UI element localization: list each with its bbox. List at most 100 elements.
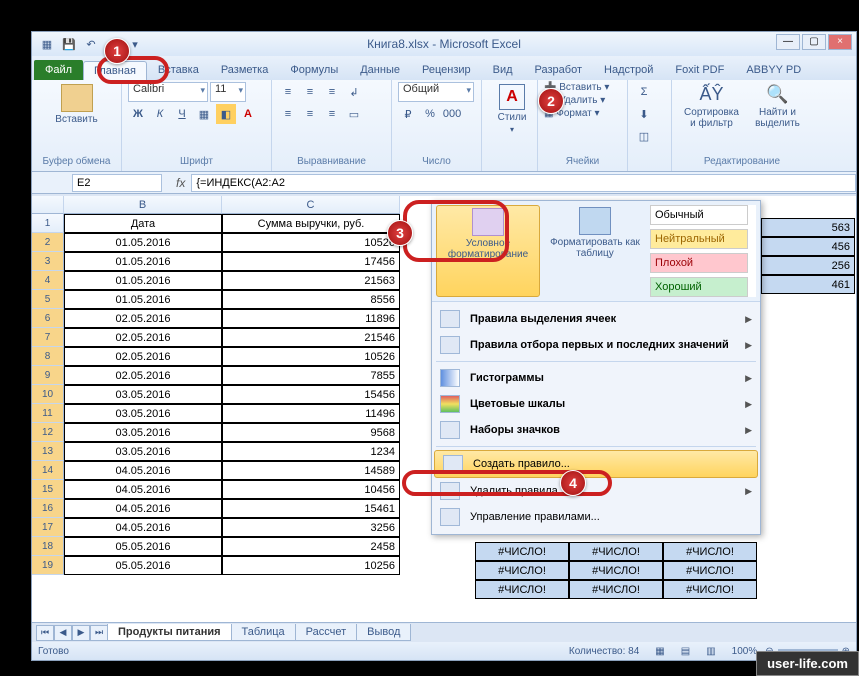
row-header[interactable]: 13 [32,442,64,461]
row-header[interactable]: 9 [32,366,64,385]
row-header[interactable]: 11 [32,404,64,423]
fx-icon[interactable]: fx [176,176,185,190]
cell-date[interactable]: 04.05.2016 [64,499,222,518]
sheet-output[interactable]: Вывод [356,624,411,641]
menu-highlight-rules[interactable]: Правила выделения ячеек▶ [432,306,760,332]
cell-date[interactable]: 04.05.2016 [64,480,222,499]
sheet-table[interactable]: Таблица [231,624,296,641]
wrap-button[interactable]: ↲ [344,82,364,102]
err-cell[interactable]: #ЧИСЛО! [663,542,757,561]
cell-value[interactable]: 3256 [222,518,400,537]
tab-abbyy[interactable]: ABBYY PD [735,60,812,80]
row-header[interactable]: 3 [32,252,64,271]
tab-data[interactable]: Данные [349,60,411,80]
cell-value[interactable]: 10456 [222,480,400,499]
cell-date[interactable]: 05.05.2016 [64,556,222,575]
style-good[interactable]: Хороший [650,277,748,297]
align-right-button[interactable]: ≡ [322,104,342,124]
percent-button[interactable]: % [420,104,440,124]
peek-2[interactable]: 256 [761,256,855,275]
col-B[interactable]: B [64,196,222,214]
align-mid-button[interactable]: ≡ [300,82,320,102]
styles-button[interactable]: А Стили ▾ [488,82,536,136]
cell-value[interactable]: 15461 [222,499,400,518]
row-header[interactable]: 4 [32,271,64,290]
row-header[interactable]: 14 [32,461,64,480]
tab-layout[interactable]: Разметка [210,60,280,80]
tab-dev[interactable]: Разработ [524,60,593,80]
cell-date[interactable]: 04.05.2016 [64,518,222,537]
row-header[interactable]: 1 [32,214,64,233]
row-header[interactable]: 17 [32,518,64,537]
cell-date[interactable]: 03.05.2016 [64,423,222,442]
sort-filter-button[interactable]: ẤŶ Сортировка и фильтр [678,82,745,131]
view-pagebreak-button[interactable]: ▥ [706,646,715,657]
minimize-button[interactable]: — [776,34,800,50]
font-name-combo[interactable]: Calibri [128,82,208,102]
tab-formulas[interactable]: Формулы [279,60,349,80]
cell-value[interactable]: 17456 [222,252,400,271]
cell-date[interactable]: 03.05.2016 [64,404,222,423]
align-bot-button[interactable]: ≡ [322,82,342,102]
peek-0[interactable]: 563 [761,218,855,237]
row-header[interactable]: 5 [32,290,64,309]
style-normal[interactable]: Обычный [650,205,748,225]
cell-date[interactable]: 02.05.2016 [64,347,222,366]
err-cell[interactable]: #ЧИСЛО! [475,542,569,561]
cell-value[interactable]: 1234 [222,442,400,461]
cell-value[interactable]: 15456 [222,385,400,404]
name-box[interactable]: E2 [72,174,162,192]
col-C[interactable]: C [222,196,400,214]
conditional-formatting-button[interactable]: Условное форматирование [436,205,540,297]
zoom-level[interactable]: 100% [732,646,758,657]
maximize-button[interactable]: ▢ [802,34,826,50]
err-cell[interactable]: #ЧИСЛО! [569,580,663,599]
border-button[interactable]: ▦ [194,104,214,124]
menu-manage-rules[interactable]: Управление правилами... [432,504,760,530]
bold-button[interactable]: Ж [128,104,148,124]
cell-date[interactable]: 05.05.2016 [64,537,222,556]
cell-value[interactable]: 8556 [222,290,400,309]
align-center-button[interactable]: ≡ [300,104,320,124]
peek-1[interactable]: 456 [761,237,855,256]
find-select-button[interactable]: 🔍 Найти и выделить [749,82,806,131]
tab-review[interactable]: Рецензир [411,60,482,80]
menu-new-rule[interactable]: Создать правило... [434,450,758,478]
tab-addin[interactable]: Надстрой [593,60,664,80]
formula-input[interactable]: {=ИНДЕКС(A2:A2 [191,174,856,192]
tab-view[interactable]: Вид [482,60,524,80]
format-as-table-button[interactable]: Форматировать как таблицу [544,205,646,297]
italic-button[interactable]: К [150,104,170,124]
menu-topbottom-rules[interactable]: Правила отбора первых и последних значен… [432,332,760,358]
cell-date[interactable]: 02.05.2016 [64,328,222,347]
menu-iconsets[interactable]: Наборы значков▶ [432,417,760,443]
view-normal-button[interactable]: ▦ [655,646,664,657]
number-format-combo[interactable]: Общий [398,82,474,102]
row-header[interactable]: 10 [32,385,64,404]
style-neutral[interactable]: Нейтральный [650,229,748,249]
sheet-products[interactable]: Продукты питания [107,624,232,641]
font-color-button[interactable]: А [238,104,258,124]
cell-date[interactable]: 04.05.2016 [64,461,222,480]
err-cell[interactable]: #ЧИСЛО! [569,542,663,561]
menu-clear-rules[interactable]: Удалить правила▶ [432,478,760,504]
cell-value[interactable]: 9568 [222,423,400,442]
row-header[interactable]: 7 [32,328,64,347]
merge-button[interactable]: ▭ [344,104,364,124]
row-header[interactable]: 2 [32,233,64,252]
last-sheet-button[interactable]: ⏭ [90,625,108,641]
cell-date[interactable]: 02.05.2016 [64,366,222,385]
row-header[interactable]: 12 [32,423,64,442]
peek-3[interactable]: 461 [761,275,855,294]
comma-button[interactable]: 000 [442,104,462,124]
cell-date[interactable]: 01.05.2016 [64,252,222,271]
clear-button[interactable]: ◫ [634,126,654,146]
paste-button[interactable]: Вставить [38,82,115,127]
menu-colorscales[interactable]: Цветовые шкалы▶ [432,391,760,417]
autosum-button[interactable]: Σ [634,82,654,102]
prev-sheet-button[interactable]: ◀ [54,625,72,641]
tab-foxit[interactable]: Foxit PDF [664,60,735,80]
cell-value[interactable]: 21546 [222,328,400,347]
row-header[interactable]: 6 [32,309,64,328]
close-button[interactable]: × [828,34,852,50]
